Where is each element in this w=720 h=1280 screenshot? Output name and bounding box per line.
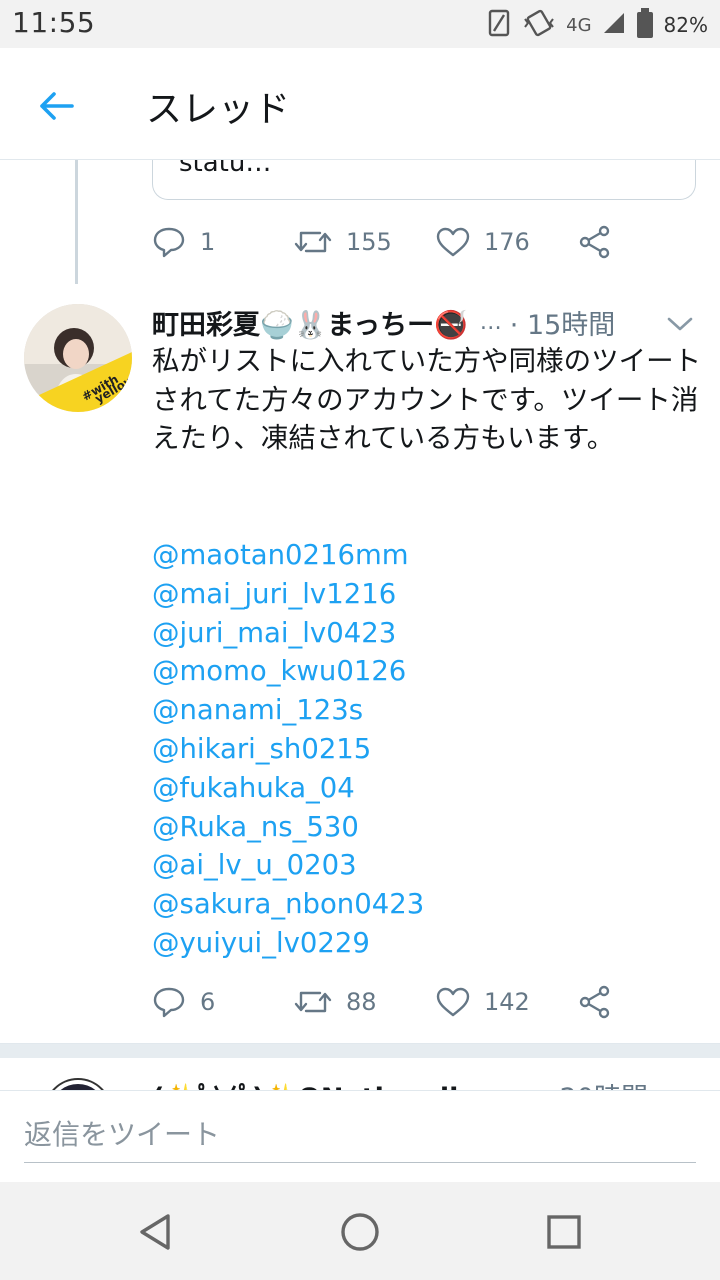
app-header: スレッド	[0, 48, 720, 160]
retweet-button[interactable]: 88	[294, 980, 377, 1024]
mention-link[interactable]: @ai_lv_u_0203	[152, 846, 672, 885]
next-tweet-peek[interactable]: (✨ﾟ∀ﾟ)✨ONationalisms · 20時間	[0, 1058, 720, 1090]
mention-link[interactable]: @Ruka_ns_530	[152, 808, 672, 847]
author-name[interactable]: 町田彩夏🍚🐰まっちー🚭	[152, 303, 468, 342]
triangle-back-icon	[140, 1214, 170, 1250]
mention-link[interactable]: @maotan0216mm	[152, 536, 672, 575]
mention-link[interactable]: @yuiyui_lv0229	[152, 924, 672, 963]
tweet-menu-button[interactable]	[660, 308, 700, 340]
quoted-tweet-card[interactable]: statu…	[152, 160, 696, 200]
status-icons: 4G 82%	[486, 8, 708, 42]
tweet-header: 町田彩夏🍚🐰まっちー🚭 … · 15時間	[152, 302, 700, 342]
reply-bar	[0, 1090, 720, 1182]
like-button[interactable]: 176	[436, 220, 530, 264]
mention-link[interactable]: @nanami_123s	[152, 691, 672, 730]
share-icon	[579, 225, 610, 259]
like-count: 176	[484, 228, 530, 256]
mention-list: @maotan0216mm @mai_juri_lv1216 @juri_mai…	[152, 536, 672, 963]
quoted-tweet-text: statu…	[179, 160, 272, 178]
back-arrow-icon	[40, 92, 74, 120]
square-recents-icon	[547, 1215, 581, 1249]
mention-link[interactable]: @mai_juri_lv1216	[152, 575, 672, 614]
status-time: 11:55	[12, 6, 96, 39]
reply-icon	[153, 987, 185, 1018]
avatar[interactable]	[46, 1080, 110, 1090]
thread-connector-line	[75, 160, 78, 284]
reply-count: 6	[200, 988, 216, 1016]
status-bar: 11:55 4G 82%	[0, 0, 720, 48]
mention-link[interactable]: @hikari_sh0215	[152, 730, 672, 769]
circle-home-icon	[341, 1213, 379, 1251]
retweet-icon	[294, 231, 332, 253]
reply-button[interactable]: 6	[152, 980, 215, 1024]
like-count: 142	[484, 988, 530, 1016]
reply-count: 1	[200, 228, 216, 256]
reply-input[interactable]	[24, 1107, 696, 1163]
share-button[interactable]	[578, 980, 612, 1024]
author-name[interactable]: (✨ﾟ∀ﾟ)✨ONationalisms	[152, 1076, 519, 1090]
previous-tweet-actions: 1 155 176	[152, 220, 622, 264]
heart-icon	[436, 987, 470, 1017]
retweet-count: 155	[346, 228, 392, 256]
mention-link[interactable]: @momo_kwu0126	[152, 652, 672, 691]
retweet-count: 88	[346, 988, 377, 1016]
network-type: 4G	[566, 14, 592, 36]
avatar[interactable]: #with yellow	[24, 304, 132, 412]
signal-icon	[602, 11, 626, 39]
tweet-text: 私がリストに入れていた方や同様のツイートされてた方々のアカウントです。ツイート消…	[152, 345, 702, 454]
vibrate-icon	[522, 9, 556, 41]
tweet-timestamp[interactable]: · 15時間	[510, 303, 616, 342]
tweet-actions: 6 88 142	[152, 980, 622, 1024]
share-icon	[579, 985, 610, 1019]
mention-link[interactable]: @sakura_nbon0423	[152, 885, 672, 924]
heart-icon	[436, 227, 470, 257]
author-ellipsis: …	[479, 309, 502, 335]
system-nav-bar	[0, 1182, 720, 1280]
thread-feed[interactable]: statu… 1 155 176 #with yellow 町田彩夏🍚🐰まっちー…	[0, 160, 720, 1090]
like-button[interactable]: 142	[436, 980, 530, 1024]
share-button[interactable]	[578, 220, 612, 264]
tweet-separator	[0, 1044, 720, 1058]
mention-link[interactable]: @juri_mai_lv0423	[152, 614, 672, 653]
retweet-button[interactable]: 155	[294, 220, 392, 264]
tweet[interactable]: #with yellow 町田彩夏🍚🐰まっちー🚭 … · 15時間 私がリストに…	[0, 300, 720, 1044]
battery-icon	[636, 8, 654, 42]
nav-recents-button[interactable]	[538, 1206, 590, 1258]
chevron-down-icon	[667, 317, 693, 331]
back-button[interactable]	[30, 80, 82, 132]
nav-home-button[interactable]	[334, 1206, 386, 1258]
retweet-icon	[294, 991, 332, 1013]
screen-rotation-icon	[486, 9, 512, 41]
battery-percent: 82%	[663, 13, 708, 37]
reply-button[interactable]: 1	[152, 220, 215, 264]
reply-icon	[153, 227, 185, 258]
nav-back-button[interactable]	[130, 1206, 182, 1258]
tweet-timestamp: · 20時間	[542, 1076, 648, 1090]
page-title: スレッド	[146, 89, 291, 130]
mention-link[interactable]: @fukahuka_04	[152, 769, 672, 808]
